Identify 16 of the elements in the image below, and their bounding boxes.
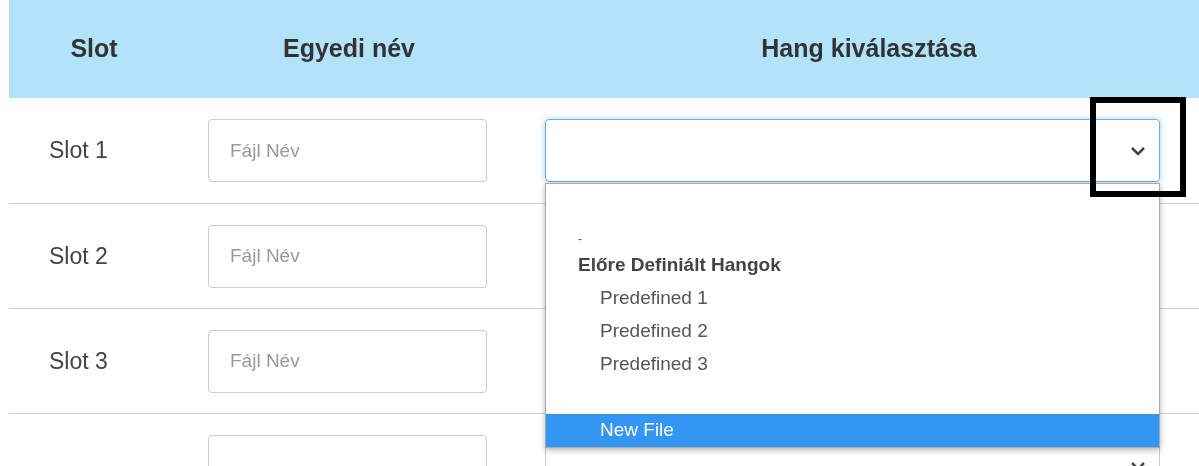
dropdown-option[interactable]: Predefined 3 — [546, 348, 1159, 381]
dropdown-option[interactable]: - — [546, 222, 1159, 248]
slot-label: Slot 2 — [49, 242, 108, 269]
slot-label: Slot 1 — [49, 137, 108, 164]
column-header: Egyedi név — [282, 33, 416, 65]
slot-label: Slot 3 — [49, 347, 108, 374]
name-input-field[interactable]: Fájl Név — [208, 329, 487, 393]
column-header: Slot — [69, 33, 119, 65]
sound-select[interactable] — [545, 119, 1160, 182]
dropdown-option[interactable]: Predefined 1 — [546, 282, 1159, 315]
column-header: Hang kiválasztása — [760, 33, 978, 65]
name-input-field[interactable]: Fájl Név — [208, 119, 487, 182]
dropdown-option[interactable]: Predefined 2 — [546, 315, 1159, 348]
option-group-label: Előre Definiált Hangok — [577, 252, 782, 277]
chevron-down-icon — [1129, 144, 1147, 157]
name-input-field[interactable]: Fájl Név — [208, 224, 487, 288]
